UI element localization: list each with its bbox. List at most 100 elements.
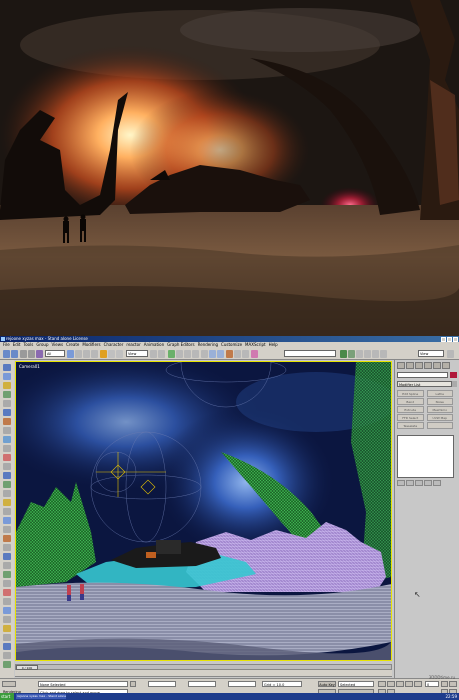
tool-4-icon[interactable]: [3, 391, 11, 398]
render-frame-icon[interactable]: [372, 350, 379, 358]
tool-14-icon[interactable]: [3, 481, 11, 488]
modifier-button[interactable]: [426, 422, 453, 429]
select-object-icon[interactable]: [67, 350, 74, 358]
chevron-down-icon[interactable]: [452, 381, 457, 387]
tool-34-icon[interactable]: [3, 661, 11, 668]
percent-snap-icon[interactable]: [184, 350, 191, 358]
tool-31-icon[interactable]: [3, 634, 11, 641]
modifier-list-dropdown[interactable]: Modifier List: [397, 381, 452, 387]
tool-18-icon[interactable]: [3, 517, 11, 524]
tool-29-icon[interactable]: [3, 616, 11, 623]
tool-13-icon[interactable]: [3, 472, 11, 479]
modifier-button[interactable]: FFD Select: [397, 414, 424, 421]
tool-26-icon[interactable]: [3, 589, 11, 596]
object-color-swatch[interactable]: [450, 372, 457, 378]
tool-17-icon[interactable]: [3, 508, 11, 515]
snap-toggle-icon[interactable]: [168, 350, 175, 358]
tool-9-icon[interactable]: [3, 436, 11, 443]
zoom-icon[interactable]: [441, 681, 448, 687]
align-icon[interactable]: [217, 350, 224, 358]
tool-23-icon[interactable]: [3, 562, 11, 569]
material-editor-icon[interactable]: [251, 350, 258, 358]
spinner-snap-icon[interactable]: [192, 350, 199, 358]
tool-30-icon[interactable]: [3, 625, 11, 632]
schematic-view-icon[interactable]: [242, 350, 249, 358]
select-move-icon[interactable]: [100, 350, 107, 358]
rect-selection-icon[interactable]: [83, 350, 90, 358]
next-frame-icon[interactable]: [405, 681, 413, 687]
tool-19-icon[interactable]: [3, 526, 11, 533]
show-end-result-icon[interactable]: [406, 480, 414, 486]
configure-sets-icon[interactable]: [433, 480, 441, 486]
named-selection-set-dropdown[interactable]: [284, 350, 336, 357]
go-to-start-icon[interactable]: [378, 681, 386, 687]
modifier-button[interactable]: Noise: [426, 398, 453, 405]
maxscript-listener-button[interactable]: [2, 681, 16, 687]
hierarchy-tab-icon[interactable]: [415, 362, 423, 369]
y-coord-field[interactable]: [188, 681, 216, 687]
make-unique-icon[interactable]: [415, 480, 423, 486]
tool-8-icon[interactable]: [3, 427, 11, 434]
pivot-center-icon[interactable]: [150, 350, 157, 358]
window-crossing-icon[interactable]: [91, 350, 98, 358]
quick-render-icon[interactable]: [348, 350, 355, 358]
object-name-field[interactable]: [397, 372, 448, 378]
pan-icon[interactable]: [449, 681, 457, 687]
modifier-button[interactable]: MeshSmo: [426, 406, 453, 413]
link-icon[interactable]: [20, 350, 27, 358]
tool-24-icon[interactable]: [3, 571, 11, 578]
select-by-name-icon[interactable]: [75, 350, 82, 358]
activeshade-icon[interactable]: [364, 350, 371, 358]
start-button[interactable]: start: [0, 693, 14, 700]
layer-manager-icon[interactable]: [226, 350, 233, 358]
modifier-button[interactable]: Edit Spline: [397, 390, 424, 397]
undo-icon[interactable]: [3, 350, 10, 358]
go-to-end-icon[interactable]: [414, 681, 422, 687]
tool-5-icon[interactable]: [3, 400, 11, 407]
tool-6-icon[interactable]: [3, 409, 11, 416]
render-type-dropdown[interactable]: View: [418, 350, 444, 357]
viewport-label[interactable]: Camera01: [19, 364, 40, 369]
modifier-stack[interactable]: [397, 435, 454, 478]
tool-21-icon[interactable]: [3, 544, 11, 551]
maximize-button[interactable]: [447, 336, 452, 342]
tool-20-icon[interactable]: [3, 535, 11, 542]
unlink-icon[interactable]: [28, 350, 35, 358]
current-frame-field[interactable]: 0: [425, 681, 439, 687]
x-coord-field[interactable]: [148, 681, 176, 687]
modifier-button[interactable]: Bend: [397, 398, 424, 405]
tool-25-icon[interactable]: [3, 580, 11, 587]
environment-icon[interactable]: [380, 350, 387, 358]
lock-selection-icon[interactable]: [130, 681, 136, 687]
modifier-button[interactable]: Lathe: [426, 390, 453, 397]
close-button[interactable]: [453, 336, 458, 342]
quick-render-2-icon[interactable]: [447, 350, 454, 358]
tool-27-icon[interactable]: [3, 598, 11, 605]
render-scene-icon[interactable]: [340, 350, 347, 358]
redo-icon[interactable]: [11, 350, 18, 358]
tool-11-icon[interactable]: [3, 454, 11, 461]
select-scale-icon[interactable]: [116, 350, 123, 358]
tool-2-icon[interactable]: [3, 373, 11, 380]
manipulate-icon[interactable]: [158, 350, 165, 358]
select-rotate-icon[interactable]: [108, 350, 115, 358]
tool-1-icon[interactable]: [3, 364, 11, 371]
tool-12-icon[interactable]: [3, 463, 11, 470]
track-bar[interactable]: [15, 670, 392, 677]
named-selection-icon[interactable]: [201, 350, 208, 358]
render-last-icon[interactable]: [356, 350, 363, 358]
tool-7-icon[interactable]: [3, 418, 11, 425]
key-mode-dropdown[interactable]: Selected: [338, 681, 374, 687]
pin-stack-icon[interactable]: [397, 480, 405, 486]
remove-modifier-icon[interactable]: [424, 480, 432, 486]
motion-tab-icon[interactable]: [424, 362, 432, 369]
auto-key-button[interactable]: Auto Key: [318, 681, 336, 687]
tool-28-icon[interactable]: [3, 607, 11, 614]
mirror-icon[interactable]: [209, 350, 216, 358]
minimize-button[interactable]: [441, 336, 446, 342]
modify-tab-icon[interactable]: [406, 362, 414, 369]
tool-32-icon[interactable]: [3, 643, 11, 650]
angle-snap-icon[interactable]: [176, 350, 183, 358]
selection-filter-dropdown[interactable]: All: [45, 350, 65, 357]
taskbar-item[interactable]: rejoone xyzas max - Stand alone: [16, 694, 66, 699]
